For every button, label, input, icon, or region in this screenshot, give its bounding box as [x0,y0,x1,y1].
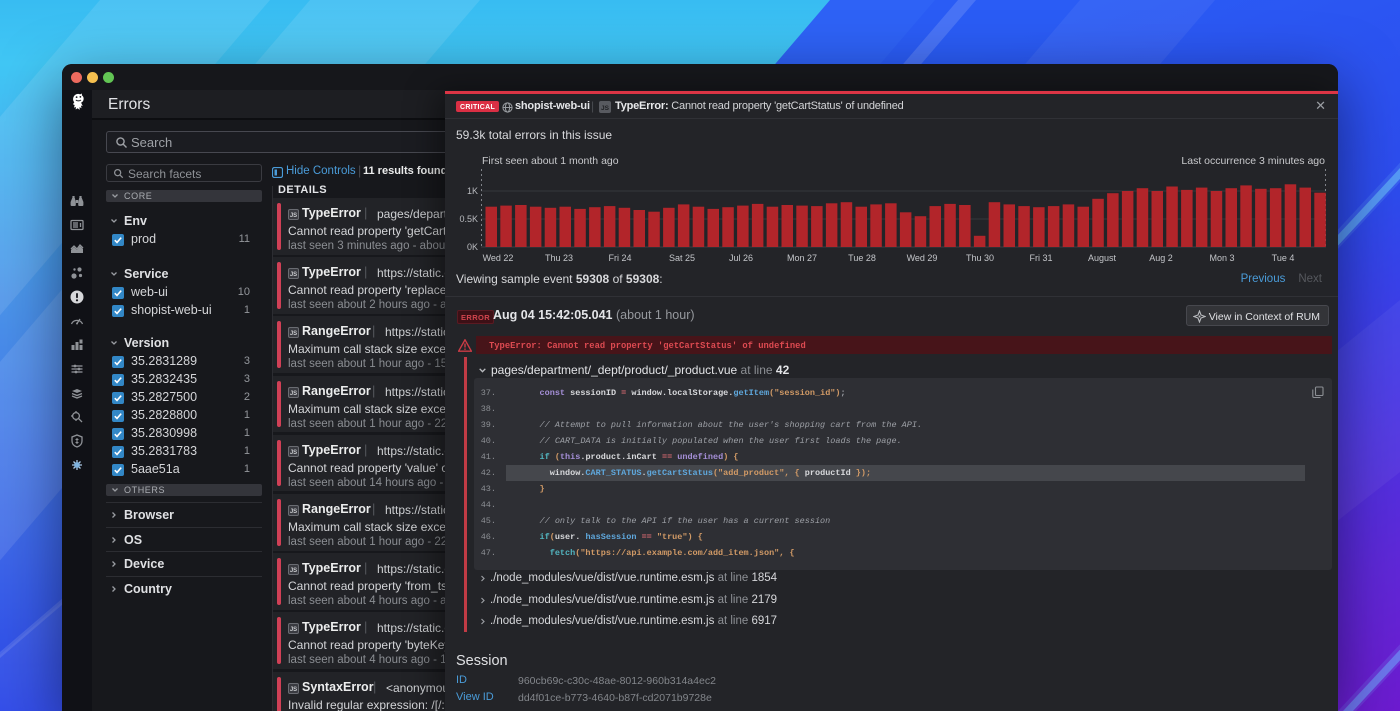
svg-text:JS: JS [290,391,297,397]
svg-text:Tue 4: Tue 4 [1272,253,1295,263]
svg-text:JS: JS [290,627,297,633]
svg-text:JS: JS [290,509,297,515]
svg-text:Mon 3: Mon 3 [1209,253,1234,263]
svg-text:JS: JS [290,272,297,278]
svg-text:0K: 0K [467,242,478,252]
svg-text:Tue 28: Tue 28 [848,253,876,263]
svg-text:Fri 31: Fri 31 [1029,253,1052,263]
svg-text:JS: JS [290,213,297,219]
svg-text:Jul 26: Jul 26 [729,253,753,263]
svg-text:JS: JS [290,450,297,456]
svg-text:August: August [1088,253,1117,263]
svg-text:Wed 29: Wed 29 [907,253,938,263]
svg-text:Thu 30: Thu 30 [966,253,994,263]
svg-text:Fri 24: Fri 24 [608,253,631,263]
svg-text:JS: JS [290,331,297,337]
svg-text:0.5K: 0.5K [459,214,478,224]
svg-text:1K: 1K [467,186,478,196]
svg-text:Sat 25: Sat 25 [669,253,695,263]
svg-text:Wed 22: Wed 22 [483,253,514,263]
svg-text:Aug 2: Aug 2 [1149,253,1173,263]
svg-text:JS: JS [290,687,297,693]
svg-text:JS: JS [290,568,297,574]
svg-text:JS: JS [601,105,610,112]
svg-text:Thu 23: Thu 23 [545,253,573,263]
svg-text:Mon 27: Mon 27 [787,253,817,263]
